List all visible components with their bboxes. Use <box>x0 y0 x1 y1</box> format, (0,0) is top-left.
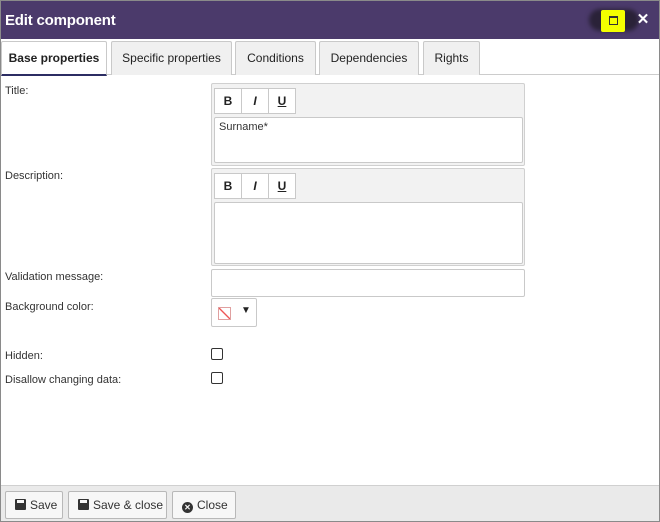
save-button[interactable]: Save <box>5 491 63 519</box>
save-icon <box>15 499 26 510</box>
save-close-button-label: Save & close <box>93 498 164 512</box>
edit-component-dialog: Edit component ✕ Base properties Specifi… <box>0 0 660 522</box>
dropdown-arrow-icon: ▼ <box>241 305 251 316</box>
bold-button[interactable]: B <box>214 173 242 199</box>
dialog-title: Edit component <box>5 12 116 29</box>
close-dialog-button[interactable]: ✕ Close <box>172 491 236 519</box>
underline-button[interactable]: U <box>268 88 296 114</box>
bold-button[interactable]: B <box>214 88 242 114</box>
tab-dependencies[interactable]: Dependencies <box>319 41 419 75</box>
tab-base-properties[interactable]: Base properties <box>1 41 107 76</box>
description-label: Description: <box>5 170 64 182</box>
title-editor: B I U Surname* <box>211 83 525 166</box>
close-circle-icon: ✕ <box>182 502 193 513</box>
maximize-button[interactable] <box>601 10 625 32</box>
background-color-label: Background color: <box>5 301 94 313</box>
close-icon: ✕ <box>636 11 650 28</box>
no-color-swatch-icon <box>218 307 231 320</box>
maximize-icon <box>609 16 618 25</box>
validation-message-input[interactable] <box>211 269 525 297</box>
underline-button[interactable]: U <box>268 173 296 199</box>
disallow-changing-data-checkbox[interactable] <box>211 372 223 384</box>
italic-button[interactable]: I <box>241 88 269 114</box>
dialog-footer: Save Save & close ✕ Close <box>1 485 659 521</box>
title-label: Title: <box>5 85 29 97</box>
description-editor: B I U <box>211 168 525 266</box>
tab-conditions[interactable]: Conditions <box>235 41 316 75</box>
dialog-titlebar: Edit component ✕ <box>1 1 659 39</box>
close-button[interactable]: ✕ <box>634 10 652 30</box>
title-text-area[interactable]: Surname* <box>214 117 523 163</box>
save-close-button[interactable]: Save & close <box>68 491 167 519</box>
hidden-label: Hidden: <box>5 350 43 362</box>
save-icon <box>78 499 89 510</box>
tab-specific-properties[interactable]: Specific properties <box>111 41 232 75</box>
save-button-label: Save <box>30 498 58 512</box>
disallow-changing-data-label: Disallow changing data: <box>5 374 122 386</box>
tab-rights[interactable]: Rights <box>423 41 480 75</box>
hidden-checkbox[interactable] <box>211 348 223 360</box>
validation-message-label: Validation message: <box>5 271 104 283</box>
close-button-label: Close <box>197 498 228 512</box>
description-text-area[interactable] <box>214 202 523 264</box>
tab-bar: Base properties Specific properties Cond… <box>1 39 659 76</box>
background-color-picker[interactable]: ▼ <box>211 298 257 327</box>
italic-button[interactable]: I <box>241 173 269 199</box>
